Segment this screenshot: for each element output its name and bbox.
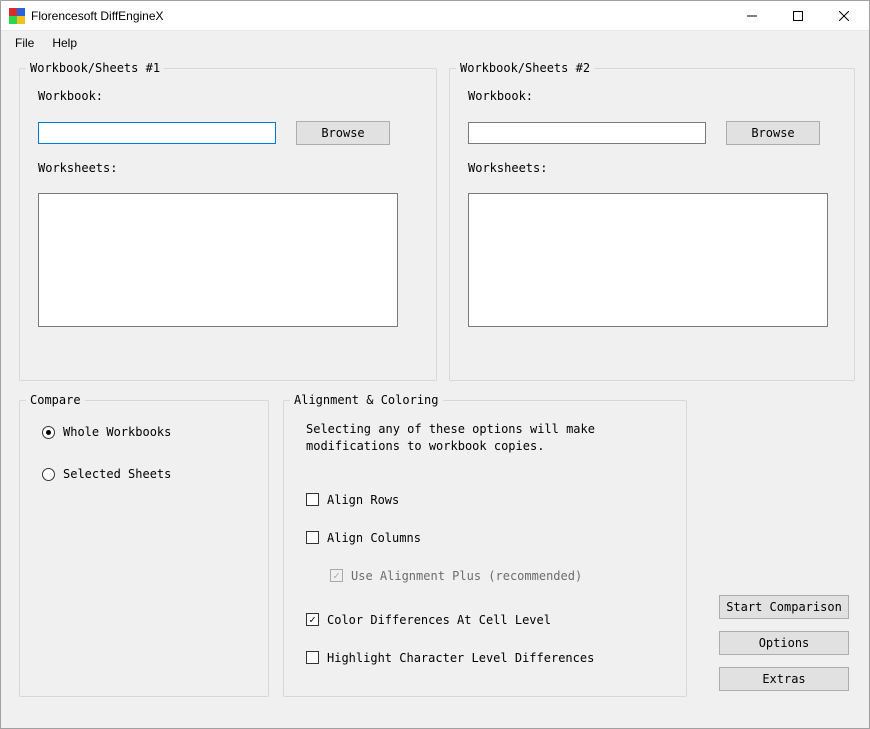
browse-1-button[interactable]: Browse [296, 121, 390, 145]
menubar: File Help [1, 31, 869, 55]
window-controls [729, 2, 867, 30]
workbook-1-input[interactable] [38, 122, 276, 144]
window-title: Florencesoft DiffEngineX [31, 9, 729, 23]
client-area: Workbook/Sheets #1 Workbook: Browse Work… [1, 55, 869, 728]
menu-file[interactable]: File [15, 36, 34, 50]
radio-icon [42, 426, 55, 439]
checkbox-icon [306, 651, 319, 664]
worksheets-2-list[interactable] [468, 193, 828, 327]
workbook-group-1-legend: Workbook/Sheets #1 [26, 61, 164, 75]
check-align-columns-label: Align Columns [327, 531, 421, 545]
workbook-group-1: Workbook/Sheets #1 Workbook: Browse Work… [19, 61, 437, 381]
checkbox-icon [306, 613, 319, 626]
main-window: Florencesoft DiffEngineX File Help Workb… [0, 0, 870, 729]
options-button[interactable]: Options [719, 631, 849, 655]
check-color-differences[interactable]: Color Differences At Cell Level [306, 613, 664, 627]
workbook-1-label: Workbook: [38, 89, 418, 103]
compare-legend: Compare [26, 393, 85, 407]
alignment-coloring-group: Alignment & Coloring Selecting any of th… [283, 393, 687, 697]
extras-button[interactable]: Extras [719, 667, 849, 691]
menu-help[interactable]: Help [52, 36, 77, 50]
check-highlight-char-label: Highlight Character Level Differences [327, 651, 594, 665]
worksheets-1-list[interactable] [38, 193, 398, 327]
start-comparison-button[interactable]: Start Comparison [719, 595, 849, 619]
browse-2-button[interactable]: Browse [726, 121, 820, 145]
workbook-group-2-legend: Workbook/Sheets #2 [456, 61, 594, 75]
workbook-group-2: Workbook/Sheets #2 Workbook: Browse Work… [449, 61, 855, 381]
close-button[interactable] [821, 2, 867, 30]
workbook-2-input[interactable] [468, 122, 706, 144]
check-align-rows-label: Align Rows [327, 493, 399, 507]
alignment-legend: Alignment & Coloring [290, 393, 443, 407]
minimize-button[interactable] [729, 2, 775, 30]
radio-whole-workbooks[interactable]: Whole Workbooks [42, 425, 246, 439]
check-use-plus-label: Use Alignment Plus (recommended) [351, 569, 582, 583]
titlebar: Florencesoft DiffEngineX [1, 1, 869, 31]
maximize-button[interactable] [775, 2, 821, 30]
compare-group: Compare Whole Workbooks Selected Sheets [19, 393, 269, 697]
checkbox-icon [330, 569, 343, 582]
worksheets-2-label: Worksheets: [468, 161, 836, 175]
app-icon [9, 8, 25, 24]
alignment-info: Selecting any of these options will make… [306, 421, 664, 455]
check-use-alignment-plus: Use Alignment Plus (recommended) [330, 569, 664, 583]
check-align-columns[interactable]: Align Columns [306, 531, 664, 545]
radio-selected-sheets[interactable]: Selected Sheets [42, 467, 246, 481]
checkbox-icon [306, 493, 319, 506]
workbook-2-label: Workbook: [468, 89, 836, 103]
check-color-diff-label: Color Differences At Cell Level [327, 613, 551, 627]
radio-icon [42, 468, 55, 481]
check-align-rows[interactable]: Align Rows [306, 493, 664, 507]
radio-whole-label: Whole Workbooks [63, 425, 171, 439]
checkbox-icon [306, 531, 319, 544]
radio-selected-label: Selected Sheets [63, 467, 171, 481]
check-highlight-char[interactable]: Highlight Character Level Differences [306, 651, 664, 665]
action-buttons: Start Comparison Options Extras [719, 595, 849, 691]
worksheets-1-label: Worksheets: [38, 161, 418, 175]
